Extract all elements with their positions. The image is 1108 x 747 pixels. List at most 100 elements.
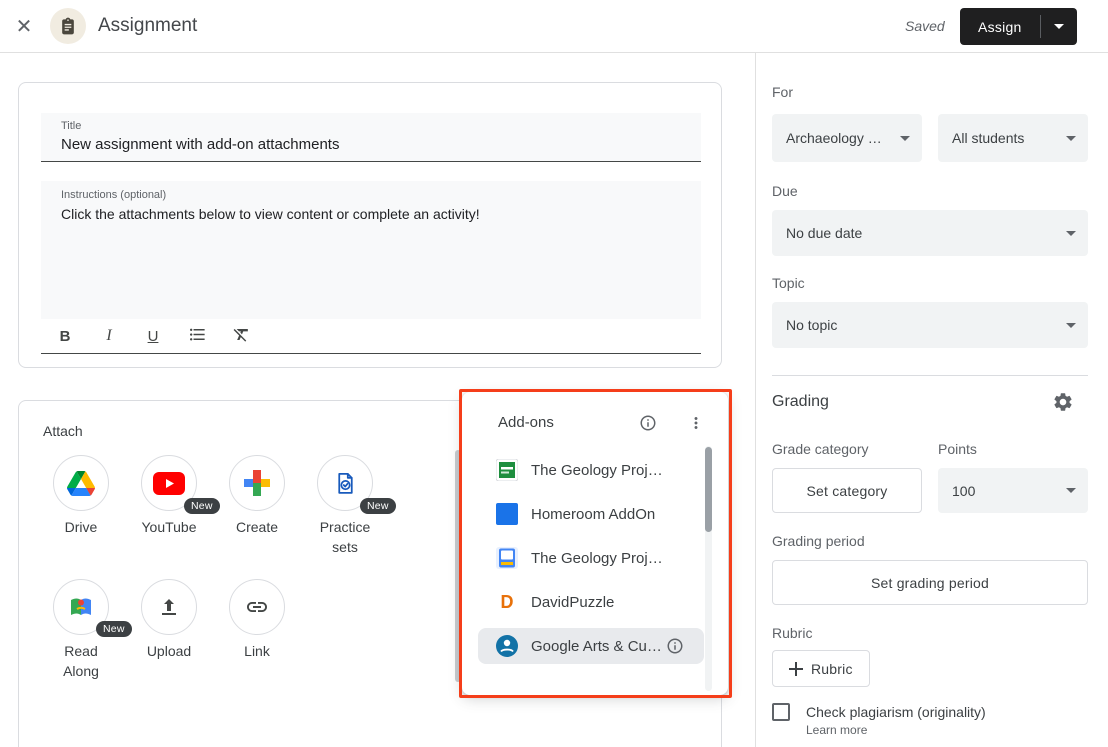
- practice-sets-new-badge: New: [360, 498, 396, 514]
- title-input[interactable]: [61, 136, 661, 153]
- bulleted-list-button[interactable]: [187, 325, 207, 348]
- practice-sets-icon: [333, 471, 358, 496]
- google-arts-culture-icon: [496, 635, 518, 657]
- bold-button[interactable]: B: [55, 328, 75, 345]
- plagiarism-label: Check plagiarism (originality): [806, 704, 986, 720]
- formatting-toolbar: B I U: [41, 319, 701, 354]
- attach-drive-label: Drive: [37, 517, 125, 537]
- youtube-new-badge: New: [184, 498, 220, 514]
- davidpuzzle-icon: D: [496, 591, 518, 613]
- topic-label: Topic: [772, 275, 805, 291]
- info-icon: [666, 637, 684, 655]
- clear-formatting-button[interactable]: [231, 325, 251, 348]
- due-date-select[interactable]: No due date: [772, 210, 1088, 256]
- plagiarism-checkbox[interactable]: [772, 703, 790, 721]
- title-field[interactable]: Title: [41, 113, 701, 162]
- top-bar: ✕ Assignment Saved Assign: [0, 0, 1108, 53]
- geology-project-2-icon: [496, 547, 518, 569]
- three-dot-menu-icon: [687, 414, 705, 432]
- attach-drive-button[interactable]: [53, 455, 109, 511]
- assignment-form-card: Title Instructions (optional) Click the …: [18, 82, 722, 368]
- underline-button[interactable]: U: [143, 328, 163, 345]
- italic-button[interactable]: I: [99, 327, 119, 345]
- link-icon: [245, 595, 269, 619]
- attach-create-button[interactable]: [229, 455, 285, 511]
- chevron-down-icon: [900, 136, 910, 141]
- set-grading-period-button[interactable]: Set grading period: [772, 560, 1088, 605]
- addons-popup: Add-ons The Geology Proj… Homeroom AddOn: [462, 392, 728, 695]
- add-rubric-button[interactable]: Rubric: [772, 650, 870, 687]
- addons-info-button[interactable]: [639, 414, 657, 432]
- due-date-value: No due date: [786, 225, 862, 241]
- rubric-label: Rubric: [772, 625, 812, 641]
- addon-item-homeroom[interactable]: Homeroom AddOn: [462, 492, 728, 536]
- upload-icon: [157, 595, 181, 619]
- points-select[interactable]: 100: [938, 468, 1088, 513]
- attach-youtube-label: YouTube: [125, 517, 213, 537]
- addons-list: The Geology Proj… Homeroom AddOn The Geo…: [462, 448, 728, 668]
- plus-icon: [789, 662, 803, 676]
- topic-select-value: No topic: [786, 317, 837, 333]
- grading-section-divider: [772, 375, 1088, 376]
- attach-upload-button[interactable]: [141, 579, 197, 635]
- grade-category-label: Grade category: [772, 441, 869, 457]
- sidebar-divider: [755, 53, 756, 747]
- addon-item-label: The Geology Proj…: [531, 462, 663, 479]
- students-select[interactable]: All students: [938, 114, 1088, 162]
- attach-section-label: Attach: [43, 423, 83, 439]
- class-select[interactable]: Archaeology …: [772, 114, 922, 162]
- instructions-text[interactable]: Click the attachments below to view cont…: [61, 206, 681, 222]
- attach-scrollbar[interactable]: [455, 450, 461, 682]
- for-label: For: [772, 84, 793, 100]
- instructions-field[interactable]: Instructions (optional) Click the attach…: [41, 181, 701, 319]
- addon-item-geology-1[interactable]: The Geology Proj…: [462, 448, 728, 492]
- assign-dropdown-button[interactable]: [1041, 8, 1077, 45]
- attach-upload-label: Upload: [125, 641, 213, 661]
- homeroom-addon-icon: [496, 503, 518, 525]
- read-along-new-badge: New: [96, 621, 132, 637]
- class-select-value: Archaeology …: [786, 130, 882, 146]
- assign-split-button: Assign: [960, 8, 1077, 45]
- attach-link-label: Link: [213, 641, 301, 661]
- popup-scrollbar-thumb[interactable]: [705, 447, 712, 532]
- due-label: Due: [772, 183, 798, 199]
- instructions-field-label: Instructions (optional): [61, 189, 166, 201]
- addon-item-davidpuzzle[interactable]: D DavidPuzzle: [462, 580, 728, 624]
- attach-link-button[interactable]: [229, 579, 285, 635]
- addon-item-label: Google Arts & Cu…: [531, 638, 662, 655]
- attach-read-along-label: Read Along: [53, 641, 109, 681]
- grading-settings-button[interactable]: [1052, 391, 1074, 413]
- addon-item-google-arts-culture[interactable]: Google Arts & Cu…: [462, 624, 728, 668]
- attach-practice-sets-label: Practice sets: [310, 517, 380, 557]
- chevron-down-icon: [1066, 323, 1076, 328]
- students-select-value: All students: [952, 130, 1024, 146]
- geology-project-icon: [496, 459, 518, 481]
- title-field-label: Title: [61, 120, 81, 132]
- close-icon[interactable]: ✕: [12, 15, 36, 39]
- clear-formatting-icon: [232, 325, 251, 344]
- topic-select[interactable]: No topic: [772, 302, 1088, 348]
- attach-create-label: Create: [213, 517, 301, 537]
- addon-item-label: The Geology Proj…: [531, 550, 663, 567]
- read-along-icon: [68, 594, 94, 620]
- grading-period-label: Grading period: [772, 533, 865, 549]
- set-category-button[interactable]: Set category: [772, 468, 922, 513]
- assign-button[interactable]: Assign: [960, 8, 1040, 45]
- chevron-down-icon: [1066, 231, 1076, 236]
- popup-scrollbar-track[interactable]: [705, 446, 712, 691]
- chevron-down-icon: [1054, 24, 1064, 29]
- gear-icon: [1052, 391, 1074, 413]
- addons-overflow-menu-button[interactable]: [687, 414, 705, 432]
- points-value: 100: [952, 483, 975, 499]
- learn-more-link[interactable]: Learn more: [806, 723, 867, 737]
- addon-item-label: DavidPuzzle: [531, 594, 614, 611]
- addon-info-button[interactable]: [666, 637, 684, 655]
- chevron-down-icon: [1066, 136, 1076, 141]
- addon-item-geology-2[interactable]: The Geology Proj…: [462, 536, 728, 580]
- grading-heading: Grading: [772, 393, 829, 411]
- davidpuzzle-letter: D: [501, 591, 514, 613]
- bulleted-list-icon: [188, 325, 207, 344]
- chevron-down-icon: [1066, 488, 1076, 493]
- add-rubric-button-label: Rubric: [811, 661, 853, 677]
- info-icon: [639, 414, 657, 432]
